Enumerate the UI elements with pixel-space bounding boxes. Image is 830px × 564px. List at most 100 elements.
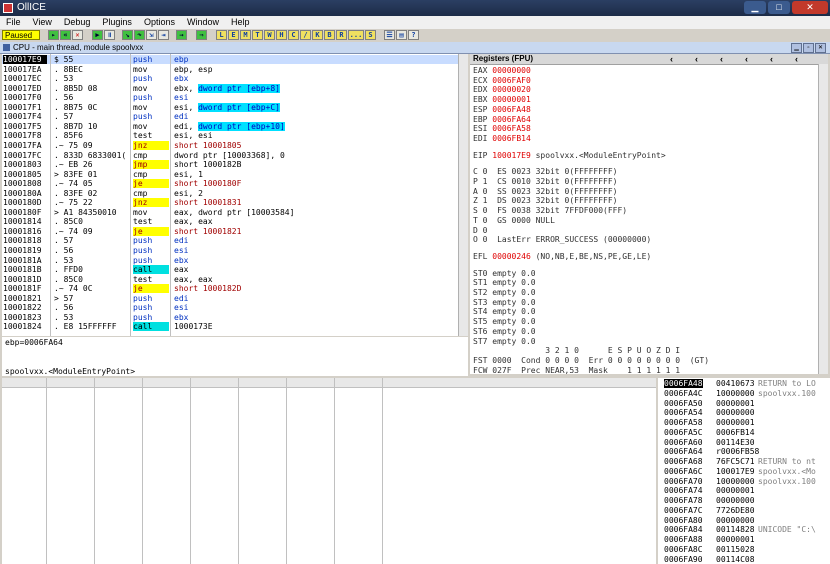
mdi-restore-button[interactable]: ▫	[803, 43, 814, 53]
disasm-row[interactable]: 1000180D .~ 75 22 jnz short 10001831	[2, 198, 468, 208]
stack-row[interactable]: 0006FA60 00114E30	[658, 438, 830, 448]
disassembly-scrollbar[interactable]	[458, 54, 468, 336]
disasm-row[interactable]: 100017FA .~ 75 09 jnz short 10001805	[2, 140, 468, 150]
maximize-button[interactable]: □	[768, 1, 790, 14]
disasm-row[interactable]: 10001822 . 56 push esi	[2, 303, 468, 312]
toolbar-button-m[interactable]: M	[240, 30, 251, 40]
toolbar-button-w[interactable]: W	[264, 30, 275, 40]
stack-pane[interactable]: 0006FA48 00410673 RETURN to LO 0006FA4C 1000…	[658, 378, 830, 564]
toolbar-button-slash[interactable]: /	[300, 30, 311, 40]
stack-row[interactable]: 0006FA78 00000000	[658, 496, 830, 506]
arrow-left-icon[interactable]: ‹	[695, 54, 698, 64]
toolbar-button-s[interactable]: S	[365, 30, 376, 40]
stack-row[interactable]: 0006FA80 00000000	[658, 516, 830, 526]
open-icon[interactable]: ▸	[48, 30, 59, 40]
stack-row[interactable]: 0006FA74 00000001	[658, 486, 830, 496]
arrow-left-icon[interactable]: ‹	[720, 54, 723, 64]
step-over-icon[interactable]: ↷	[134, 30, 145, 40]
disasm-row[interactable]: 100017EC . 53 push ebx	[2, 74, 468, 83]
execute-till-return-icon[interactable]: →	[176, 30, 187, 40]
menu-window[interactable]: Window	[181, 16, 225, 29]
step-into-icon[interactable]: ↘	[122, 30, 133, 40]
disasm-row[interactable]: 10001824 . E8 15FFFFFF call 1000173E	[2, 322, 468, 332]
disasm-row[interactable]: 100017F8 . 85F6 test esi, esi	[2, 131, 468, 140]
disasm-row[interactable]: 100017EA . 8BEC mov ebp, esp	[2, 65, 468, 74]
stack-row[interactable]: 0006FA54 00000000	[658, 408, 830, 418]
disasm-row[interactable]: 10001808 .~ 74 05 je short 1000180F	[2, 179, 468, 189]
minimize-button[interactable]: ▁	[744, 1, 766, 14]
disasm-row[interactable]: 10001819 . 56 push esi	[2, 246, 468, 255]
arrow-left-icon[interactable]: ‹	[770, 54, 773, 64]
stack-row[interactable]: 0006FA6C 100017E9 spoolvxx.<Mo	[658, 467, 830, 477]
toolbar-button-h[interactable]: H	[276, 30, 287, 40]
disasm-row[interactable]: 1000181B . FFD0 call eax	[2, 265, 468, 275]
menu-view[interactable]: View	[27, 16, 58, 29]
stack-row[interactable]: 0006FA50 00000001	[658, 399, 830, 409]
trace-over-icon[interactable]: ⇥	[158, 30, 169, 40]
disasm-row[interactable]: 10001823 . 53 push ebx	[2, 313, 468, 322]
close-debug-icon[interactable]: ✕	[72, 30, 83, 40]
stack-row[interactable]: 0006FA64 r0006FB58	[658, 447, 830, 457]
stack-row[interactable]: 0006FA90 00114C08	[658, 555, 830, 564]
run-icon[interactable]: ▶	[92, 30, 103, 40]
toolbar-button-e[interactable]: E	[228, 30, 239, 40]
stack-row[interactable]: 0006FA68 76FC5C71 RETURN to nt	[658, 457, 830, 467]
disasm-row[interactable]: 100017F1 . 8B75 0C mov esi, dword ptr [ebp+…	[2, 102, 468, 112]
menu-debug[interactable]: Debug	[58, 16, 97, 29]
disasm-row[interactable]: 10001814 . 85C0 test eax, eax	[2, 217, 468, 226]
toolbar-button-k[interactable]: K	[312, 30, 323, 40]
disasm-row[interactable]: 1000181D . 85C0 test eax, eax	[2, 275, 468, 284]
disasm-row[interactable]: 1000181F .~ 74 0C je short 1000182D	[2, 284, 468, 294]
registers-pane[interactable]: Registers (FPU) ‹ ‹ ‹ ‹ ‹ ‹ EAX 00000000…	[470, 54, 828, 374]
stack-row[interactable]: 0006FA58 00000001	[658, 418, 830, 428]
disasm-row[interactable]: 100017FC . 833D 6833001(cmp dword ptr [100…	[2, 151, 468, 160]
mdi-minimize-button[interactable]: ▁	[791, 43, 802, 53]
disasm-row[interactable]: 100017F5 . 8B7D 10 mov edi, dword ptr [ebp+…	[2, 121, 468, 131]
toolbar-button-b[interactable]: B	[324, 30, 335, 40]
toolbar-button-t[interactable]: T	[252, 30, 263, 40]
memory-dump-pane[interactable]	[2, 378, 656, 564]
registers-scrollbar[interactable]	[818, 64, 828, 374]
disasm-row[interactable]: 100017E9 $ 55 push ebp	[2, 55, 468, 65]
disasm-row[interactable]: 10001805 > 83FE 01 cmp esi, 1	[2, 170, 468, 179]
disasm-row[interactable]: 10001818 . 57 push edi	[2, 236, 468, 245]
stack-row[interactable]: 0006FA8C 00115028	[658, 545, 830, 555]
disasm-row[interactable]: 10001816 .~ 74 09 je short 10001821	[2, 226, 468, 236]
disassembly-pane[interactable]: 100017E9 $ 55 push ebp 100017EA . 8BEC mov ebp,…	[2, 54, 468, 336]
menu-plugins[interactable]: Plugins	[96, 16, 138, 29]
menu-options[interactable]: Options	[138, 16, 181, 29]
disasm-row[interactable]: 100017F0 . 56 push esi	[2, 93, 468, 102]
mdi-close-button[interactable]: ✕	[815, 43, 826, 53]
stack-row[interactable]: 0006FA88 00000001	[658, 535, 830, 545]
stack-row[interactable]: 0006FA84 00114828 UNICODE "C:\	[658, 525, 830, 535]
disasm-row[interactable]: 10001803 .~ EB 26 jmp short 1000182B	[2, 160, 468, 170]
list-icon[interactable]: ☰	[384, 30, 395, 40]
disasm-row[interactable]: 1000181A . 53 push ebx	[2, 256, 468, 265]
stack-row[interactable]: 0006FA4C 10000000 spoolvxx.100	[658, 389, 830, 399]
disasm-row[interactable]: 10001821 > 57 push edi	[2, 294, 468, 303]
arrow-left-icon[interactable]: ‹	[745, 54, 748, 64]
menu-file[interactable]: File	[0, 16, 27, 29]
toolbar-button-c[interactable]: C	[288, 30, 299, 40]
disasm-row[interactable]: 100017F4 . 57 push edi	[2, 112, 468, 121]
toolbar-button-l[interactable]: L	[216, 30, 227, 40]
goto-icon[interactable]: ⇒	[196, 30, 207, 40]
arrow-left-icon[interactable]: ‹	[795, 54, 798, 64]
disasm-row[interactable]: 100017ED . 8B5D 08 mov ebx, dword ptr [ebp+…	[2, 83, 468, 93]
stack-row[interactable]: 0006FA70 10000000 spoolvxx.100	[658, 477, 830, 487]
pause-icon[interactable]: ॥	[104, 30, 115, 40]
disasm-row[interactable]: 1000180F > A1 84350010 mov eax, dword ptr […	[2, 208, 468, 217]
stack-row[interactable]: 0006FA48 00410673 RETURN to LO	[658, 379, 830, 389]
help-icon[interactable]: ?	[408, 30, 419, 40]
stack-row[interactable]: 0006FA5C 0006FB14	[658, 428, 830, 438]
options-icon[interactable]: ▤	[396, 30, 407, 40]
restart-icon[interactable]: «	[60, 30, 71, 40]
stack-row[interactable]: 0006FA7C 7726DE80	[658, 506, 830, 516]
menu-help[interactable]: Help	[225, 16, 256, 29]
toolbar-button-r[interactable]: R	[336, 30, 347, 40]
trace-into-icon[interactable]: ⇲	[146, 30, 157, 40]
disasm-row[interactable]: 1000180A . 83FE 02 cmp esi, 2	[2, 189, 468, 198]
close-button[interactable]: ✕	[792, 1, 828, 14]
toolbar-button-dots[interactable]: ...	[348, 30, 364, 40]
arrow-left-icon[interactable]: ‹	[670, 54, 673, 64]
